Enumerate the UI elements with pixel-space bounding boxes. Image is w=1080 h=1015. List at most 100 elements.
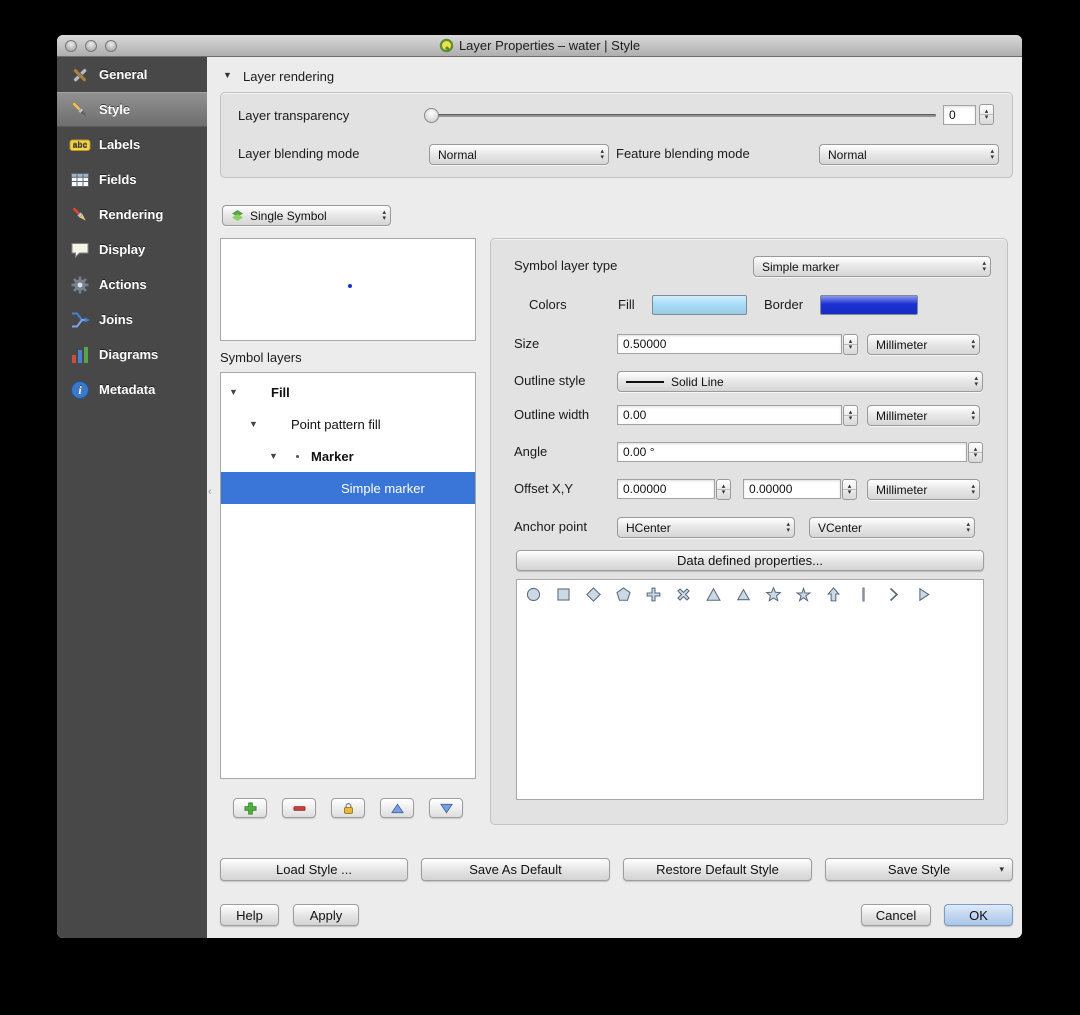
size-input[interactable]: 0.50000 [617, 334, 842, 354]
sidebar-item-general[interactable]: General [57, 57, 207, 92]
save-style-menu-arrow-icon[interactable]: ▾ [999, 864, 1004, 875]
expander-icon[interactable]: ▼ [249, 419, 263, 429]
remove-symbol-layer-button[interactable] [282, 798, 316, 818]
symbol-layer-type-select[interactable]: Simple marker ▴ ▾ [753, 256, 991, 277]
border-color-swatch[interactable] [820, 295, 918, 315]
titlebar[interactable]: Layer Properties – water | Style [57, 35, 1022, 57]
anchor-horizontal-select[interactable]: HCenter ▴ ▾ [617, 517, 795, 538]
marker-shape-cross2-icon[interactable] [675, 586, 692, 603]
sidebar-item-actions[interactable]: Actions [57, 267, 207, 302]
save-style-button[interactable]: Save Style ▾ [825, 858, 1013, 881]
marker-shape-equilateral-triangle-icon[interactable] [735, 586, 752, 603]
marker-shape-arrow-icon[interactable] [825, 586, 842, 603]
transparency-slider-track[interactable] [429, 114, 936, 117]
outline-style-select[interactable]: Solid Line ▴ ▾ [617, 371, 983, 392]
arrow-up-icon [390, 803, 404, 813]
move-layer-down-button[interactable] [429, 798, 463, 818]
sidebar-item-joins[interactable]: Joins [57, 302, 207, 337]
transparency-value-input[interactable]: 0 [943, 105, 976, 125]
cancel-button[interactable]: Cancel [861, 904, 931, 926]
save-as-default-button[interactable]: Save As Default [421, 858, 610, 881]
marker-shape-pentagon-icon[interactable] [615, 586, 632, 603]
marker-shape-triangle-icon[interactable] [705, 586, 722, 603]
popup-arrows-icon: ▴ ▾ [600, 147, 604, 161]
sidebar-item-diagrams[interactable]: Diagrams [57, 337, 207, 372]
feature-blending-select[interactable]: Normal ▴ ▾ [819, 144, 999, 165]
marker-shape-regular-star-icon[interactable] [795, 586, 812, 603]
outline-width-stepper[interactable]: ▴ ▾ [843, 405, 858, 426]
popup-arrows-icon: ▴ ▾ [786, 520, 790, 534]
renderer-select[interactable]: Single Symbol ▴ ▾ [222, 205, 391, 226]
load-style-button[interactable]: Load Style ... [220, 858, 408, 881]
tree-row-simple-marker[interactable]: Simple marker [221, 472, 475, 504]
splitter-handle[interactable]: ‹ [208, 487, 212, 498]
outline-style-value: Solid Line [671, 374, 724, 389]
anchor-vertical-select[interactable]: VCenter ▴ ▾ [809, 517, 975, 538]
sidebar-item-labels[interactable]: abc Labels [57, 127, 207, 162]
marker-shape-circle-icon[interactable] [525, 586, 542, 603]
offset-y-stepper[interactable]: ▴ ▾ [842, 479, 857, 500]
lock-color-button[interactable] [331, 798, 365, 818]
ok-button[interactable]: OK [944, 904, 1013, 926]
solid-line-sample-icon [626, 380, 664, 383]
expander-icon[interactable]: ▼ [269, 451, 283, 461]
sidebar-item-metadata[interactable]: i Metadata [57, 372, 207, 407]
marker-shape-cross-icon[interactable] [645, 586, 662, 603]
marker-shape-arrowhead-icon[interactable] [915, 586, 932, 603]
popup-arrows-icon: ▴ ▾ [974, 374, 978, 388]
close-button[interactable] [65, 40, 77, 52]
offset-y-input[interactable]: 0.00000 [743, 479, 841, 499]
move-layer-up-button[interactable] [380, 798, 414, 818]
stepper-down-icon[interactable]: ▾ [844, 344, 857, 351]
offset-x-stepper[interactable]: ▴ ▾ [716, 479, 731, 500]
apply-button[interactable]: Apply [293, 904, 359, 926]
offset-x-input[interactable]: 0.00000 [617, 479, 715, 499]
fill-color-swatch[interactable] [652, 295, 747, 315]
expander-icon[interactable]: ▼ [229, 387, 243, 397]
popup-arrows-icon: ▴ ▾ [382, 208, 386, 222]
layer-rendering-disclosure-icon[interactable]: ▼ [223, 70, 232, 80]
transparency-slider-thumb[interactable] [424, 108, 439, 123]
marker-shape-chevron-icon[interactable] [885, 586, 902, 603]
data-defined-properties-button[interactable]: Data defined properties... [516, 550, 984, 571]
anchor-point-label: Anchor point [514, 519, 587, 534]
offset-unit-value: Millimeter [876, 482, 928, 497]
tree-row-point-pattern-fill[interactable]: ▼ Point pattern fill [221, 408, 475, 440]
stepper-down-icon[interactable]: ▾ [969, 452, 982, 459]
sidebar-item-display[interactable]: Display [57, 232, 207, 267]
table-icon [69, 169, 91, 191]
help-button[interactable]: Help [220, 904, 279, 926]
popup-arrows-icon: ▴ ▾ [971, 482, 975, 496]
join-arrows-icon [69, 309, 91, 331]
marker-shape-star-icon[interactable] [765, 586, 782, 603]
transparency-stepper[interactable]: ▴ ▾ [979, 104, 994, 125]
sidebar-item-fields[interactable]: Fields [57, 162, 207, 197]
marker-shape-square-icon[interactable] [555, 586, 572, 603]
tree-row-fill[interactable]: ▼ Fill [221, 376, 475, 408]
size-stepper[interactable]: ▴ ▾ [843, 334, 858, 355]
zoom-button[interactable] [105, 40, 117, 52]
size-unit-select[interactable]: Millimeter ▴ ▾ [867, 334, 980, 355]
stepper-down-icon[interactable]: ▾ [980, 114, 993, 121]
symbol-layer-type-value: Simple marker [762, 259, 840, 274]
stepper-down-icon[interactable]: ▾ [717, 489, 730, 496]
layer-blending-select[interactable]: Normal ▴ ▾ [429, 144, 609, 165]
sidebar-item-style[interactable]: Style [57, 92, 207, 127]
marker-shape-line-icon[interactable] [855, 586, 872, 603]
angle-stepper[interactable]: ▴ ▾ [968, 442, 983, 463]
restore-default-style-button[interactable]: Restore Default Style [623, 858, 812, 881]
offset-unit-select[interactable]: Millimeter ▴ ▾ [867, 479, 980, 500]
sidebar-item-rendering[interactable]: Rendering [57, 197, 207, 232]
angle-input[interactable]: 0.00 ° [617, 442, 967, 462]
stepper-down-icon[interactable]: ▾ [843, 489, 856, 496]
minimize-button[interactable] [85, 40, 97, 52]
outline-width-input[interactable]: 0.00 [617, 405, 842, 425]
outline-width-label: Outline width [514, 407, 590, 422]
outline-width-unit-select[interactable]: Millimeter ▴ ▾ [867, 405, 980, 426]
add-symbol-layer-button[interactable] [233, 798, 267, 818]
tree-row-marker[interactable]: ▼ Marker [221, 440, 475, 472]
sidebar-item-label: Metadata [99, 382, 156, 397]
stepper-down-icon[interactable]: ▾ [844, 415, 857, 422]
size-unit-value: Millimeter [876, 337, 928, 352]
marker-shape-diamond-icon[interactable] [585, 586, 602, 603]
